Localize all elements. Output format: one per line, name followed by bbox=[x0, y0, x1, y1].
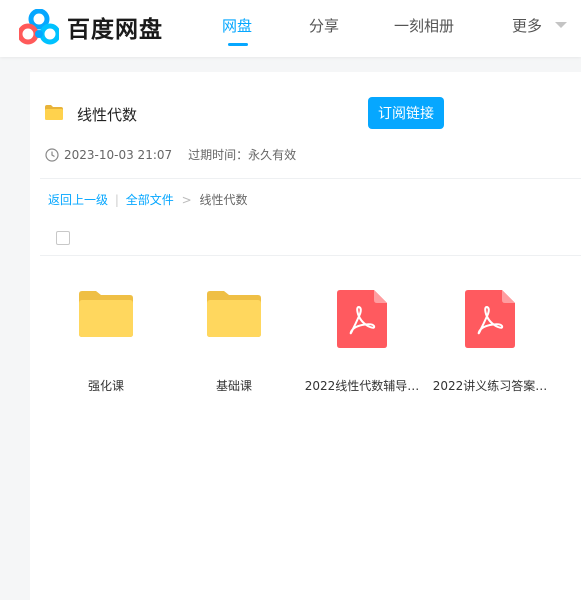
file-name[interactable]: 强化课 bbox=[46, 377, 166, 394]
pdf-icon bbox=[465, 290, 515, 348]
breadcrumb-arrow: > bbox=[181, 193, 192, 207]
folder-icon bbox=[45, 105, 63, 120]
file-thumb bbox=[430, 290, 550, 352]
clock-icon bbox=[45, 147, 59, 162]
file-name[interactable]: 2022线性代数辅导… bbox=[302, 377, 422, 394]
file-thumb bbox=[174, 290, 294, 352]
breadcrumb-current: 线性代数 bbox=[199, 193, 248, 207]
pdf-icon bbox=[337, 290, 387, 348]
share-title: 线性代数 bbox=[77, 106, 138, 124]
active-tab-indicator bbox=[228, 43, 248, 46]
file-item-folder[interactable]: 强化课 bbox=[46, 290, 166, 400]
file-item-folder[interactable]: 基础课 bbox=[174, 290, 294, 400]
nav-item-more[interactable]: 更多 bbox=[512, 15, 542, 36]
share-expire-text: 过期时间：永久有效 bbox=[188, 148, 297, 162]
file-name[interactable]: 2022讲义练习答案… bbox=[430, 377, 550, 394]
nav-item-moment-album[interactable]: 一刻相册 bbox=[394, 15, 454, 36]
file-item-pdf[interactable]: 2022线性代数辅导… bbox=[302, 290, 422, 400]
file-name[interactable]: 基础课 bbox=[174, 377, 294, 394]
top-navigation-bar: 百度网盘 网盘 分享 一刻相册 更多 bbox=[0, 0, 581, 57]
breadcrumb-separator: | bbox=[114, 193, 119, 207]
subscribe-link-button[interactable]: 订阅链接 bbox=[368, 97, 444, 129]
divider bbox=[40, 255, 581, 256]
select-all-checkbox[interactable] bbox=[56, 231, 70, 245]
divider bbox=[40, 178, 581, 179]
share-created-time: 2023-10-03 21:07 bbox=[64, 147, 173, 162]
nav-item-share[interactable]: 分享 bbox=[309, 15, 339, 36]
folder-icon bbox=[207, 291, 261, 337]
chevron-down-icon[interactable] bbox=[555, 22, 567, 28]
file-item-pdf[interactable]: 2022讲义练习答案… bbox=[430, 290, 550, 400]
breadcrumb: 返回上一级 | 全部文件 > 线性代数 bbox=[48, 191, 247, 208]
file-thumb bbox=[302, 290, 422, 352]
share-content-panel: 线性代数 订阅链接 2023-10-03 21:07 过期时间：永久有效 返回上… bbox=[30, 72, 581, 600]
folder-icon bbox=[79, 291, 133, 337]
nav-item-netdisk[interactable]: 网盘 bbox=[222, 15, 252, 36]
logo-text: 百度网盘 bbox=[67, 17, 163, 43]
breadcrumb-all-files-link[interactable]: 全部文件 bbox=[126, 193, 174, 207]
file-thumb bbox=[46, 290, 166, 352]
baidu-netdisk-logo-icon bbox=[19, 9, 59, 45]
share-meta: 2023-10-03 21:07 过期时间：永久有效 bbox=[45, 146, 296, 163]
breadcrumb-back-link[interactable]: 返回上一级 bbox=[48, 193, 108, 207]
logo[interactable]: 百度网盘 bbox=[19, 8, 163, 46]
